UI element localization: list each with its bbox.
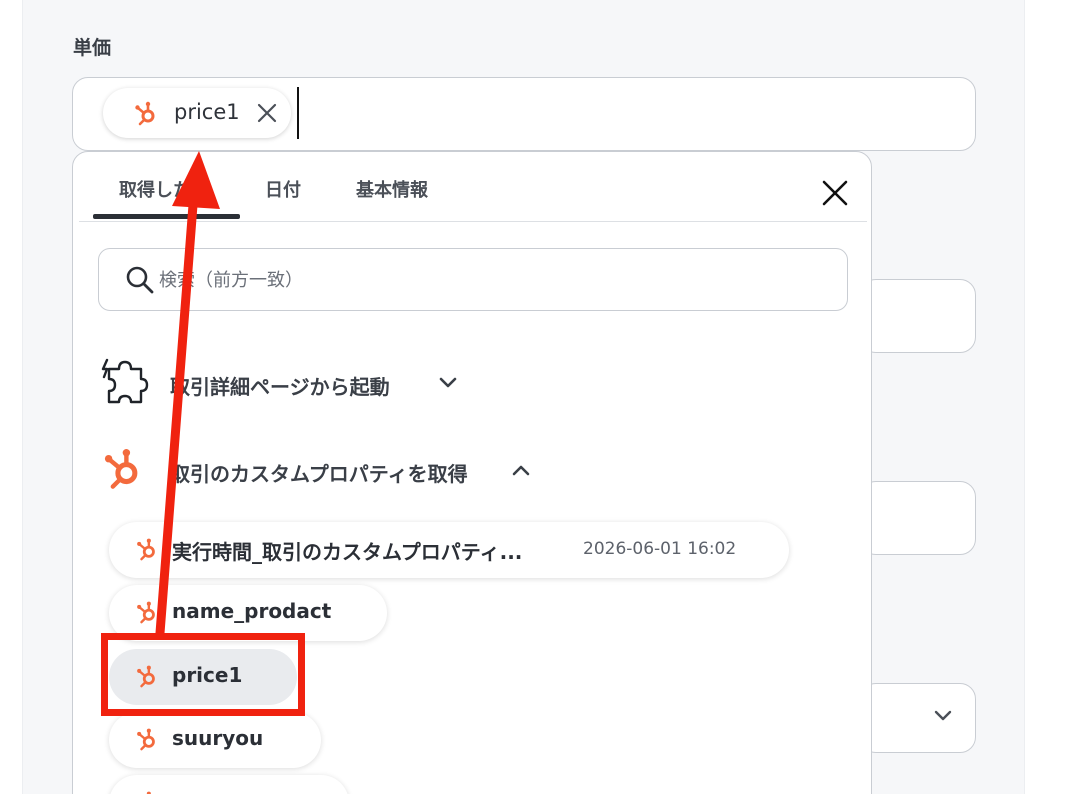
- item-label: 実行時間_取引のカスタムプロパティ...: [172, 540, 523, 564]
- close-icon[interactable]: [818, 176, 852, 210]
- hubspot-icon: [101, 446, 145, 494]
- list-item[interactable]: [109, 775, 349, 794]
- field-label-unit-price: 単価: [73, 37, 112, 59]
- list-item[interactable]: 実行時間_取引のカスタムプロパティ... 2026-06-01 16:02: [109, 522, 789, 578]
- tab-date[interactable]: 日付: [265, 176, 301, 202]
- selected-value-chip[interactable]: price1: [103, 88, 291, 138]
- list-item[interactable]: suuryou: [109, 712, 321, 768]
- puzzle-bolt-icon: [101, 357, 151, 411]
- tab-divider: [79, 221, 867, 222]
- search-input[interactable]: [159, 263, 819, 297]
- group-deal-detail-trigger[interactable]: 取引詳細ページから起動: [73, 357, 871, 413]
- item-label: name_prodact: [172, 599, 332, 623]
- chevron-down-icon: [437, 375, 459, 395]
- remove-chip-icon[interactable]: [254, 100, 280, 126]
- hubspot-icon: [135, 727, 159, 755]
- tab-fetched-values[interactable]: 取得した値: [119, 176, 209, 202]
- chip-label: price1: [174, 100, 240, 124]
- item-label: suuryou: [172, 726, 264, 750]
- group-label: 取引詳細ページから起動: [170, 375, 390, 399]
- item-value: 2026-06-01 16:02: [583, 539, 737, 559]
- text-caret: [297, 87, 299, 139]
- highlight-box: [101, 633, 305, 716]
- background-field[interactable]: [860, 279, 976, 353]
- group-label: 取引のカスタムプロパティを取得: [170, 462, 468, 486]
- background-field[interactable]: [860, 481, 976, 555]
- chevron-down-icon: [932, 708, 954, 728]
- hubspot-icon: [133, 100, 159, 130]
- picker-tabs: 取得した値 日付 基本情報: [73, 152, 871, 222]
- search-icon: [125, 265, 155, 299]
- hubspot-icon: [135, 600, 159, 628]
- background-select[interactable]: [860, 683, 976, 753]
- hubspot-icon: [135, 537, 159, 565]
- search-box: [98, 248, 848, 311]
- tab-basic-info[interactable]: 基本情報: [356, 176, 428, 202]
- group-custom-properties[interactable]: 取引のカスタムプロパティを取得: [73, 444, 871, 500]
- hubspot-icon: [135, 790, 159, 794]
- chevron-up-icon: [510, 462, 532, 482]
- active-tab-indicator: [93, 214, 240, 219]
